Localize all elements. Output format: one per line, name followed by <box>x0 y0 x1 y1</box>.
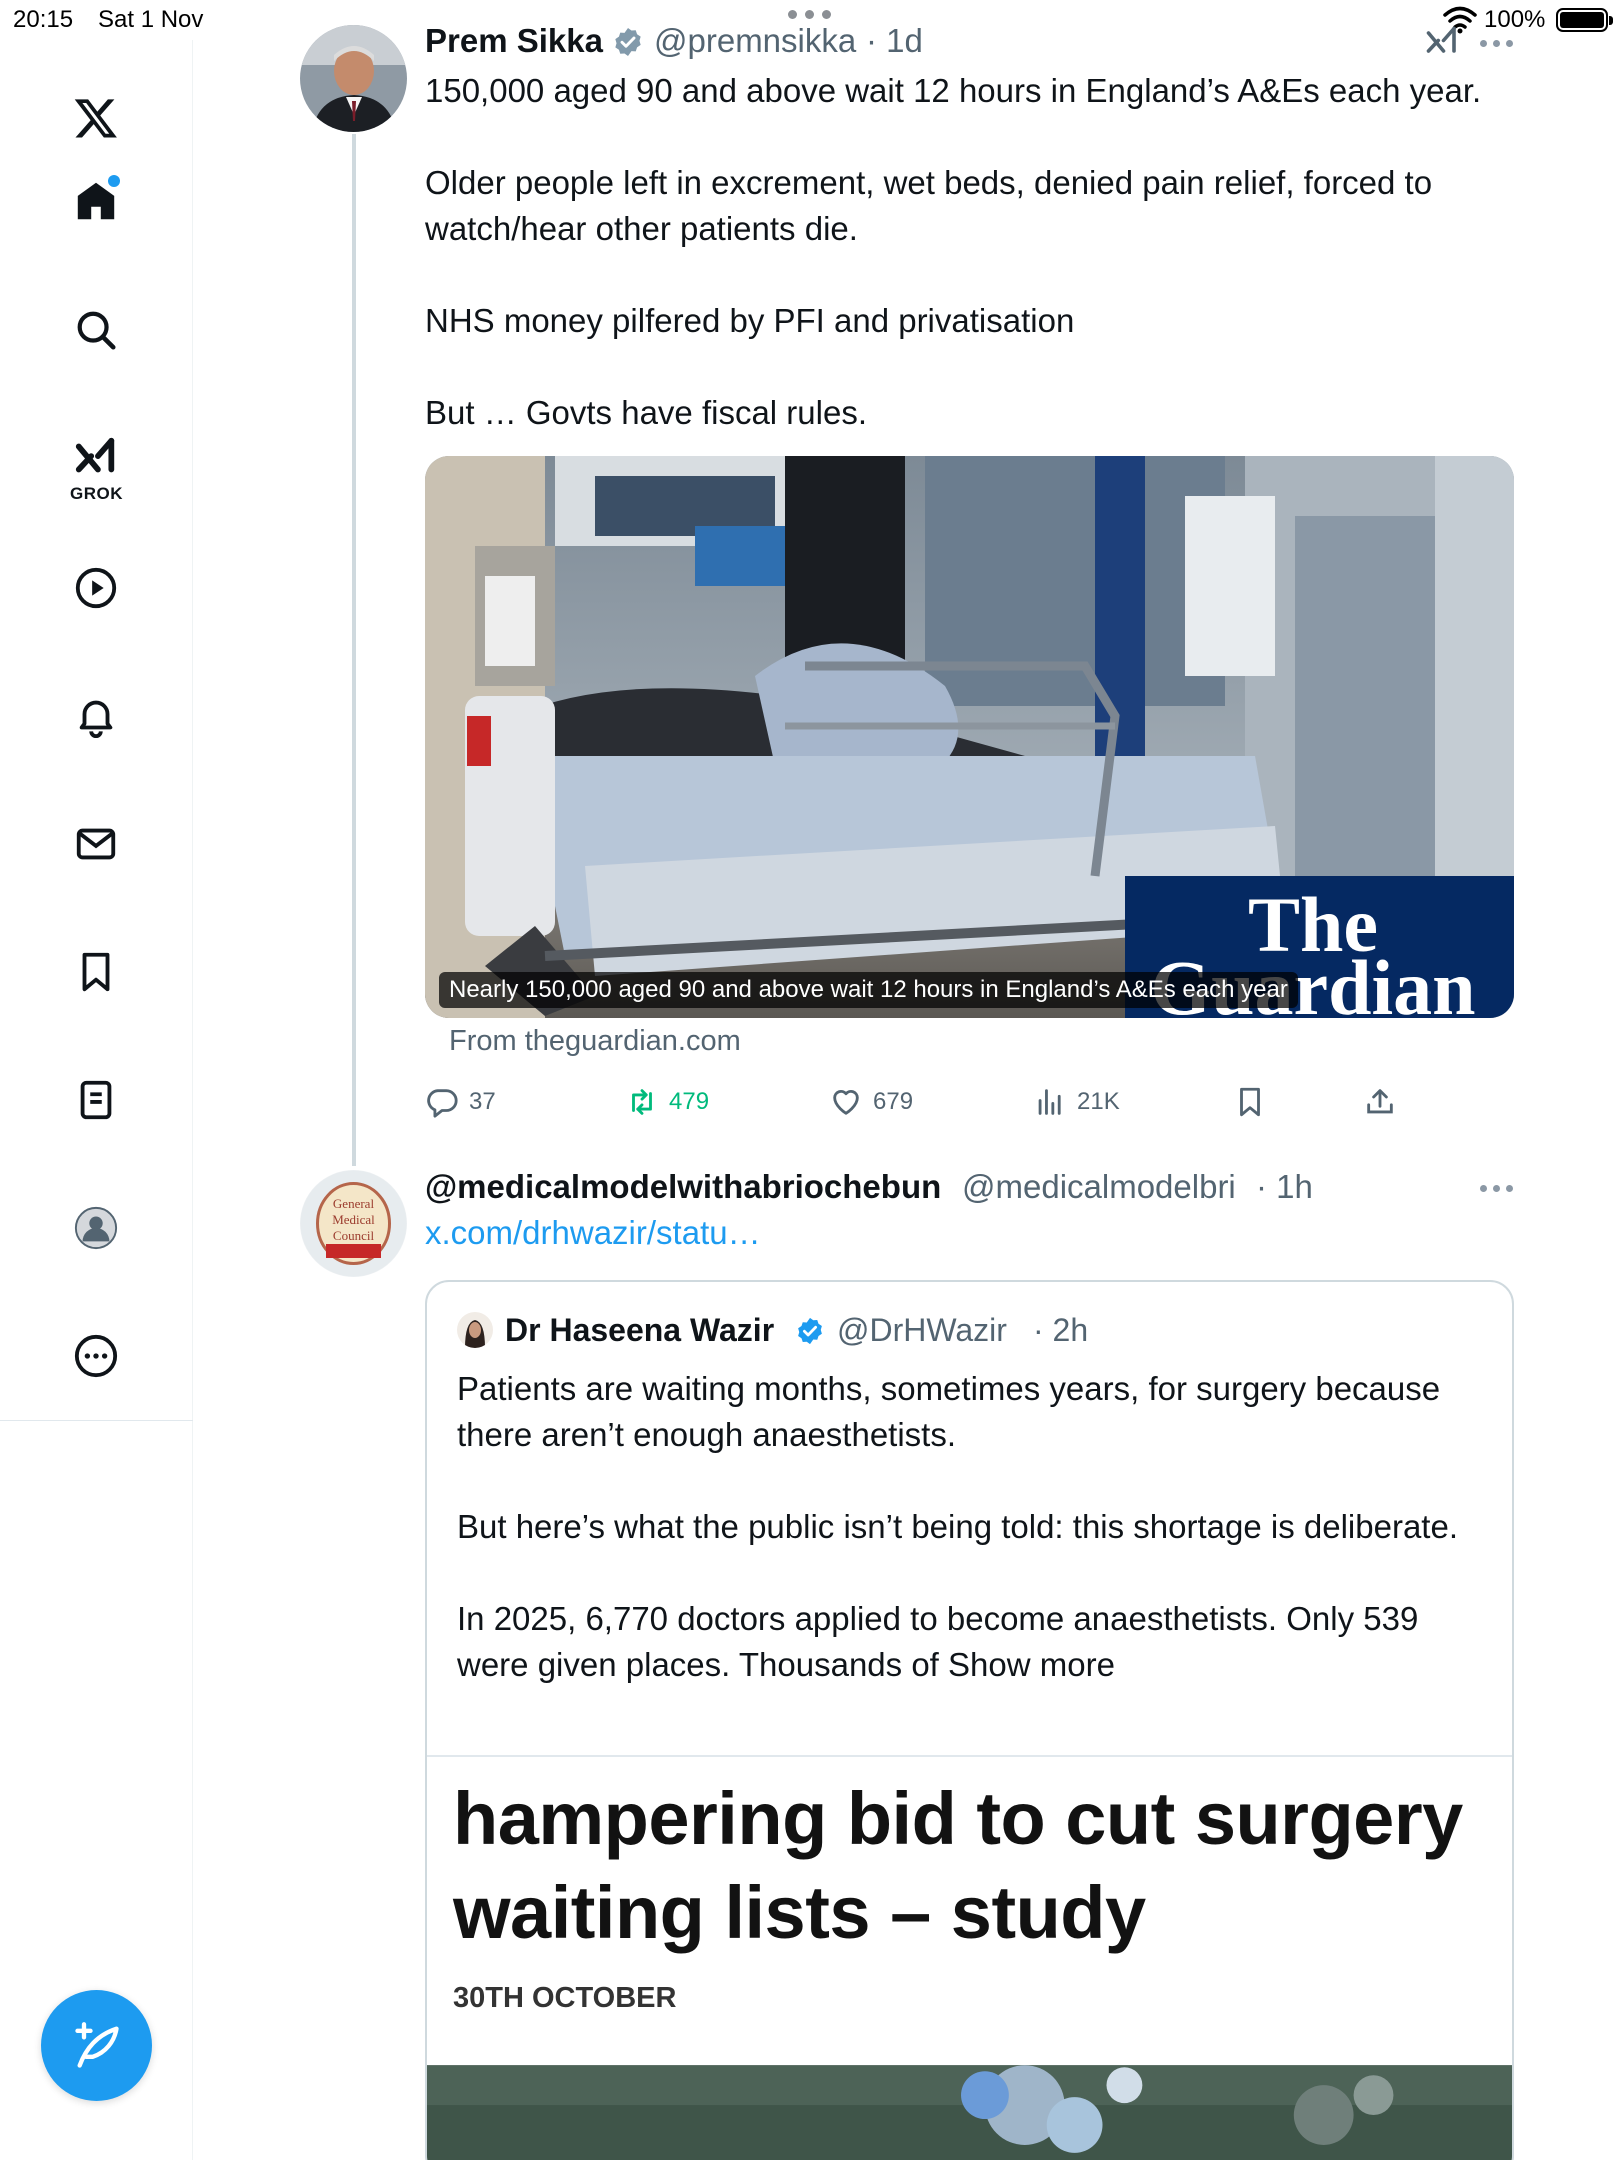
sidebar: GROK <box>0 40 193 2160</box>
bookmarks-icon[interactable] <box>66 942 126 1002</box>
status-time: 20:15 <box>13 6 74 33</box>
post-actions: 37 479 679 21K <box>425 1082 1425 1122</box>
grok-label: GROK <box>70 484 123 503</box>
quote-paragraph: Patients are waiting months, sometimes y… <box>457 1370 1450 1453</box>
battery-icon <box>1556 8 1613 32</box>
multitasking-dots[interactable] <box>788 10 831 19</box>
author-name[interactable]: @medicalmodelwithabriochebun <box>425 1168 941 1206</box>
share-icon <box>1367 1089 1393 1114</box>
home-icon[interactable] <box>66 171 126 231</box>
author-handle[interactable]: @premnsikka <box>654 22 856 60</box>
compose-feather-icon <box>74 2021 119 2068</box>
grok-explain-icon[interactable] <box>1424 24 1460 60</box>
status-date: Sat 1 Nov <box>98 6 204 33</box>
views-chart-icon <box>1038 1089 1061 1115</box>
heart-icon <box>833 1090 859 1115</box>
post-paragraph: But … Govts have fiscal rules. <box>425 394 868 431</box>
post-time[interactable]: · 1d <box>866 22 923 60</box>
repost-icon <box>632 1089 652 1115</box>
verified-badge-icon <box>798 1317 822 1345</box>
status-link[interactable]: x.com/drhwazir/statu… <box>425 1214 761 1252</box>
link-card-source[interactable]: From theguardian.com <box>449 1025 741 1058</box>
video-play-icon[interactable] <box>66 558 126 618</box>
link-card-caption: Nearly 150,000 aged 90 and above wait 12… <box>439 972 1298 1008</box>
thread-line <box>352 134 356 1166</box>
bookmark-button[interactable] <box>1233 1082 1267 1122</box>
quote-author-handle[interactable]: @DrHWazir <box>837 1312 1007 1349</box>
operating-theatre-photo <box>427 2065 1512 2160</box>
post-paragraph: 150,000 aged 90 and above wait 12 hours … <box>425 72 1482 109</box>
compose-post-button[interactable] <box>41 1990 152 2101</box>
x-logo-icon[interactable] <box>66 88 126 148</box>
quoted-post[interactable]: Dr Haseena Wazir @DrHWazir · 2h Patients… <box>425 1280 1514 2160</box>
reply-count: 37 <box>469 1088 496 1115</box>
reply-button[interactable]: 37 <box>425 1082 496 1122</box>
quote-avatar[interactable] <box>457 1312 493 1348</box>
more-options-icon[interactable] <box>66 1326 126 1386</box>
bookmark-icon <box>1240 1087 1260 1117</box>
svg-text:Medical: Medical <box>332 1212 375 1227</box>
avatar[interactable]: General Medical Council <box>300 1170 407 1277</box>
reply-icon <box>427 1089 458 1118</box>
svg-text:Council: Council <box>333 1228 375 1243</box>
quote-text: Patients are waiting months, sometimes y… <box>457 1366 1487 1688</box>
hospital-corridor-photo: The Guardian <box>425 456 1514 1018</box>
article-headline: hampering bid to cut surgery waiting lis… <box>453 1777 1463 1954</box>
views-count: 21K <box>1077 1088 1120 1115</box>
notifications-bell-icon[interactable] <box>66 686 126 746</box>
like-button[interactable]: 679 <box>829 1082 913 1122</box>
author-name[interactable]: Prem Sikka <box>425 22 603 60</box>
sidebar-divider <box>0 1420 193 1421</box>
battery-percent: 100% <box>1484 6 1546 33</box>
repost-count: 479 <box>669 1088 710 1115</box>
post-paragraph: Older people left in excrement, wet beds… <box>425 164 1442 247</box>
lists-icon[interactable] <box>66 1070 126 1130</box>
post-text: 150,000 aged 90 and above wait 12 hours … <box>425 68 1535 436</box>
avatar[interactable] <box>300 25 407 132</box>
explore-search-icon[interactable] <box>66 300 126 360</box>
author-handle[interactable]: @medicalmodelbri <box>962 1168 1236 1206</box>
profile-avatar-icon[interactable] <box>66 1198 126 1258</box>
article-date: 30TH OCTOBER <box>453 1982 677 2014</box>
post-time[interactable]: · 1h <box>1256 1168 1313 1206</box>
quote-paragraph: But here’s what the public isn’t being t… <box>457 1508 1458 1545</box>
repost-button[interactable]: 479 <box>625 1082 709 1122</box>
views-button[interactable]: 21K <box>1033 1082 1120 1122</box>
post-paragraph: NHS money pilfered by PFI and privatisat… <box>425 302 1075 339</box>
like-count: 679 <box>873 1088 914 1115</box>
quote-paragraph: In 2025, 6,770 doctors applied to become… <box>457 1600 1428 1683</box>
post-more-icon[interactable] <box>1480 37 1520 49</box>
link-card-image[interactable]: The Guardian Nearly 150,000 aged 90 and … <box>425 456 1514 1018</box>
quote-divider <box>427 1755 1512 1757</box>
home-notification-dot <box>108 175 120 187</box>
grok-icon[interactable] <box>66 428 126 488</box>
post-more-icon[interactable] <box>1480 1182 1520 1194</box>
share-button[interactable] <box>1363 1082 1397 1122</box>
messages-envelope-icon[interactable] <box>66 814 126 874</box>
svg-text:General: General <box>333 1196 375 1211</box>
quote-author-name[interactable]: Dr Haseena Wazir <box>505 1312 774 1349</box>
quote-post-time[interactable]: · 2h <box>1033 1312 1088 1349</box>
verified-badge-icon <box>615 28 641 56</box>
